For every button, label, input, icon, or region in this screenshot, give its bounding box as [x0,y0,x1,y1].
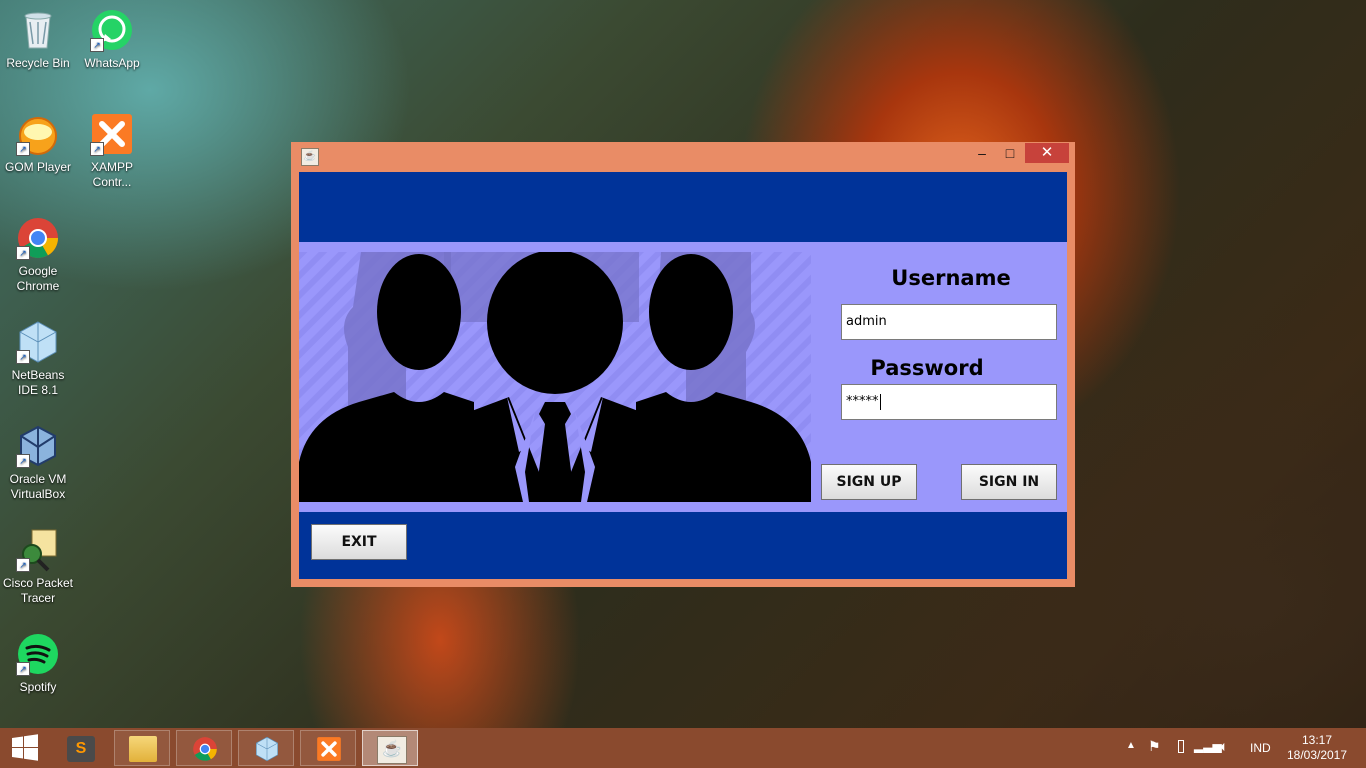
packet-tracer-icon: ↗ [16,528,60,572]
clock-date: 18/03/2017 [1286,748,1348,762]
signal-icon[interactable]: ▂▃▅ [1194,739,1222,753]
desktop-icon-recycle-bin[interactable]: Recycle Bin [0,8,76,71]
close-button[interactable]: ✕ [1025,143,1069,163]
desktop-icon-whatsapp[interactable]: ↗ WhatsApp [74,8,150,71]
desktop-icon-packet-tracer[interactable]: ↗ Cisco Packet Tracer [0,528,76,606]
system-tray: ▲ ⚑ ▂▃▅ 🔈︎ IND 13:17 18/03/2017 [1120,728,1366,768]
title-bar[interactable]: ☕ – □ ✕ [291,142,1075,170]
sign-in-button[interactable]: SIGN IN [961,464,1057,500]
taskbar-item-netbeans[interactable] [238,730,294,766]
login-panel: Username admin Password ***** SIGN UP SI… [299,242,1067,512]
sign-up-button[interactable]: SIGN UP [821,464,917,500]
desktop-icon-netbeans[interactable]: ↗ NetBeans IDE 8.1 [0,320,76,398]
taskbar: S ☕ ▲ ⚑ ▂▃▅ 🔈︎ IND 13:17 18/03/2017 [0,728,1366,768]
header-banner [299,172,1067,242]
taskbar-item-java-app[interactable]: ☕ [362,730,418,766]
clock-time: 13:17 [1301,733,1333,747]
desktop-icon-virtualbox[interactable]: ↗ Oracle VM VirtualBox [0,424,76,502]
desktop-icon-gom-player[interactable]: ↗ GOM Player [0,112,76,175]
username-field[interactable]: admin [841,304,1057,340]
taskbar-item-file-explorer[interactable] [114,730,170,766]
xampp-icon [317,737,341,761]
desktop-icon-xampp[interactable]: ↗ XAMPP Contr... [74,112,150,190]
taskbar-item-chrome[interactable] [176,730,232,766]
users-group-icon [299,252,811,502]
xampp-icon: ↗ [90,112,134,156]
shortcut-arrow-icon: ↗ [16,662,30,676]
desktop-icon-label: Oracle VM VirtualBox [9,472,67,501]
exit-button[interactable]: EXIT [311,524,407,560]
text-caret [879,393,881,410]
netbeans-icon: ↗ [16,320,60,364]
chrome-icon [193,737,217,761]
password-value: ***** [846,394,879,409]
shortcut-arrow-icon: ↗ [16,454,30,468]
desktop-icon-spotify[interactable]: ↗ Spotify [0,632,76,695]
java-icon: ☕ [301,148,319,166]
desktop-icon-label: Spotify [19,680,57,694]
desktop-icon-label: Cisco Packet Tracer [2,576,74,605]
password-field[interactable]: ***** [841,384,1057,420]
shortcut-arrow-icon: ↗ [16,246,30,260]
shortcut-arrow-icon: ↗ [16,558,30,572]
recycle-bin-icon [16,8,60,52]
window-content: Username admin Password ***** SIGN UP SI… [299,172,1067,579]
password-label: Password [870,356,984,380]
shortcut-arrow-icon: ↗ [90,142,104,156]
username-label: Username [891,266,1011,290]
netbeans-icon [256,736,278,762]
desktop-icon-label: NetBeans IDE 8.1 [11,368,65,397]
shortcut-arrow-icon: ↗ [16,142,30,156]
desktop-icon-label: Recycle Bin [6,56,70,70]
taskbar-item-xampp[interactable] [300,730,356,766]
desktop-icon-google-chrome[interactable]: ↗ Google Chrome [0,216,76,294]
taskbar-item-sublime[interactable]: S [52,730,108,766]
battery-icon[interactable] [1178,740,1184,753]
username-value: admin [846,314,887,329]
chrome-icon: ↗ [16,216,60,260]
gom-player-icon: ↗ [16,112,60,156]
login-window: ☕ – □ ✕ Username admin Password ***** SI… [291,142,1075,587]
input-language[interactable]: IND [1250,741,1271,755]
virtualbox-icon: ↗ [16,424,60,468]
show-hidden-icons-icon[interactable]: ▲ [1126,740,1136,751]
folder-icon [129,736,157,762]
shortcut-arrow-icon: ↗ [90,38,104,52]
desktop-icon-label: WhatsApp [84,56,140,70]
java-icon: ☕ [377,736,407,764]
maximize-button[interactable]: □ [998,143,1022,163]
windows-logo-icon [12,734,38,761]
desktop-icon-label: Google Chrome [16,264,60,293]
whatsapp-icon: ↗ [90,8,134,52]
clock[interactable]: 13:17 18/03/2017 [1286,733,1348,763]
minimize-button[interactable]: – [971,143,993,163]
desktop-icon-label: GOM Player [4,160,71,174]
start-button[interactable] [0,728,50,768]
sublime-icon: S [67,736,95,762]
desktop-icon-label: XAMPP Contr... [90,160,133,189]
shortcut-arrow-icon: ↗ [16,350,30,364]
volume-icon[interactable]: 🔈︎ [1220,738,1228,755]
spotify-icon: ↗ [16,632,60,676]
action-center-flag-icon[interactable]: ⚑ [1148,738,1161,755]
